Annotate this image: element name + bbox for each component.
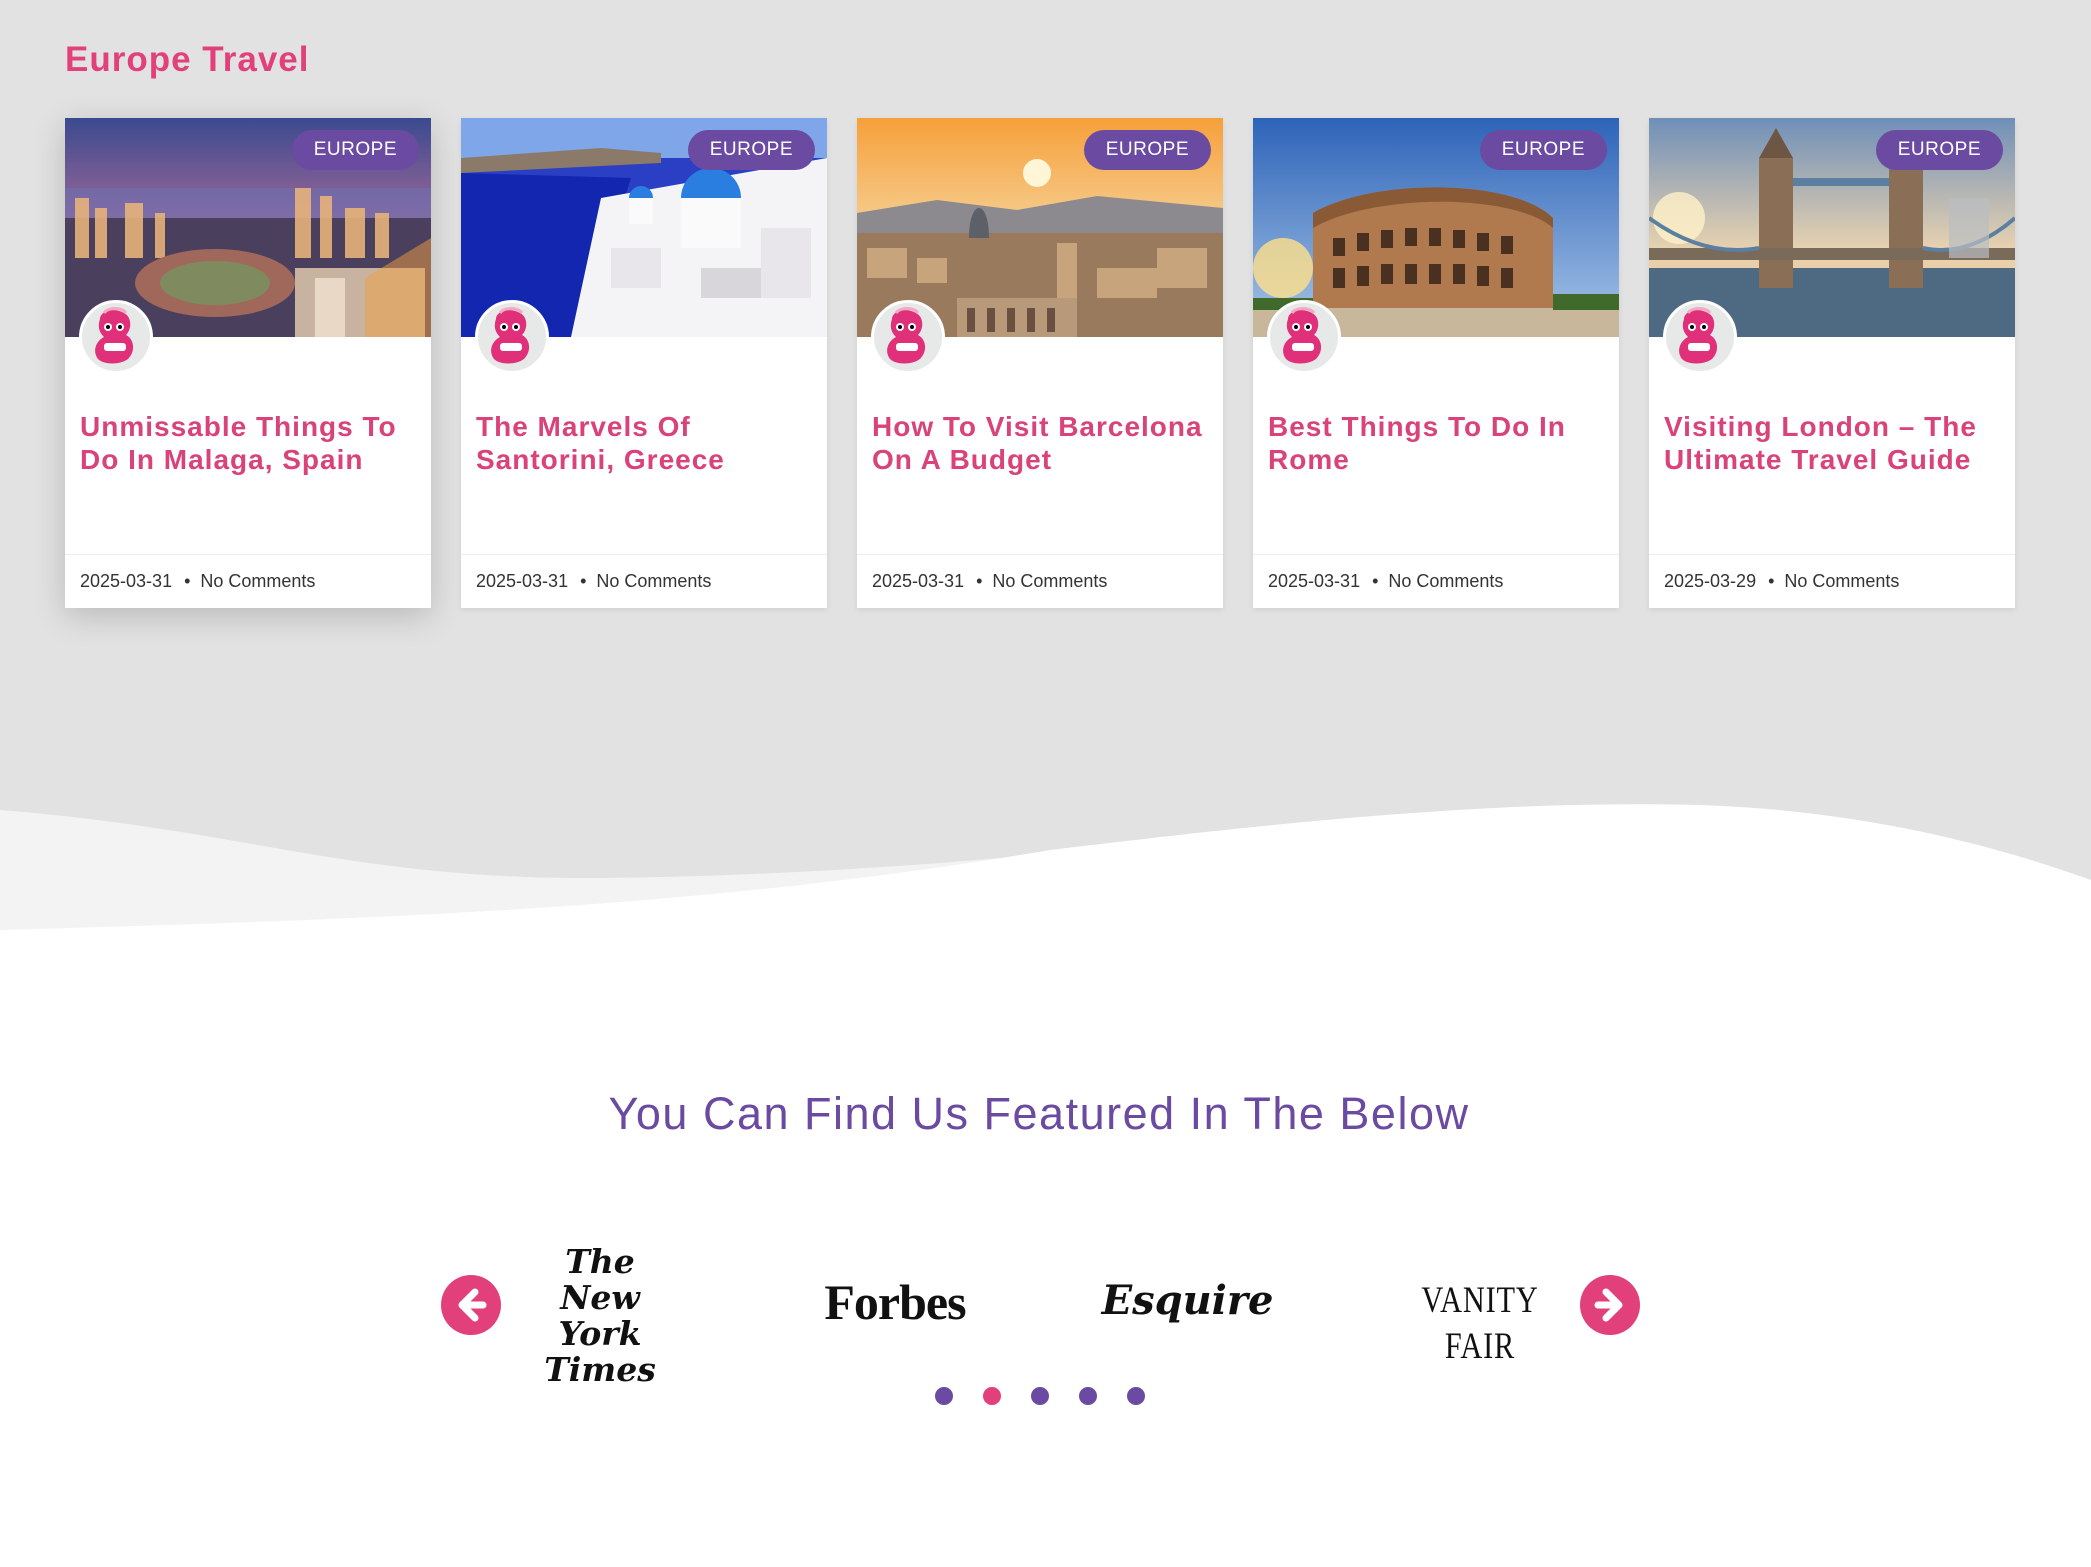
nyt-logo-line: New York xyxy=(558,1278,642,1353)
category-badge[interactable]: EUROPE xyxy=(1083,130,1211,170)
post-meta: 2025-03-31 • No Comments xyxy=(65,554,431,608)
category-badge[interactable]: EUROPE xyxy=(1479,130,1607,170)
post-meta: 2025-03-29 • No Comments xyxy=(1649,554,2015,608)
category-badge[interactable]: EUROPE xyxy=(291,130,419,170)
esquire-logo: Esquire xyxy=(1101,1277,1274,1324)
post-date: 2025-03-31 xyxy=(476,571,569,591)
post-comments-link[interactable]: No Comments xyxy=(992,571,1107,591)
wave-divider xyxy=(0,804,2091,990)
post-date: 2025-03-31 xyxy=(872,571,965,591)
meta-separator: • xyxy=(1768,571,1775,591)
post-comments-link[interactable]: No Comments xyxy=(596,571,711,591)
arrow-left-icon xyxy=(458,1288,487,1322)
post-card-malaga[interactable]: EUROPE Unmissable Things To Do In Malaga… xyxy=(65,118,431,608)
post-card-barcelona[interactable]: EUROPE How To Visit Barcelona On A Budge… xyxy=(857,118,1223,608)
category-badge[interactable]: EUROPE xyxy=(687,130,815,170)
post-title[interactable]: The Marvels Of Santorini, Greece xyxy=(476,410,812,476)
author-avatar[interactable] xyxy=(871,300,945,374)
section-title: Europe Travel xyxy=(65,40,310,79)
post-comments-link[interactable]: No Comments xyxy=(1784,571,1899,591)
post-meta: 2025-03-31 • No Comments xyxy=(1253,554,1619,608)
post-card-rome[interactable]: EUROPE Best Things To Do In Rome 2025-03… xyxy=(1253,118,1619,608)
carousel-dot-2-active[interactable] xyxy=(983,1387,1001,1405)
post-meta: 2025-03-31 • No Comments xyxy=(461,554,827,608)
nyt-logo-line: The xyxy=(565,1242,635,1281)
author-avatar[interactable] xyxy=(475,300,549,374)
carousel-dot-3[interactable] xyxy=(1031,1387,1049,1405)
post-date: 2025-03-29 xyxy=(1664,571,1757,591)
author-avatar[interactable] xyxy=(1663,300,1737,374)
post-comments-link[interactable]: No Comments xyxy=(1388,571,1503,591)
meta-separator: • xyxy=(976,571,983,591)
post-title[interactable]: Visiting London – The Ultimate Travel Gu… xyxy=(1664,410,2000,476)
carousel-next-button[interactable] xyxy=(1580,1275,1640,1335)
carousel-dot-5[interactable] xyxy=(1127,1387,1145,1405)
author-avatar[interactable] xyxy=(79,300,153,374)
meta-separator: • xyxy=(580,571,587,591)
post-title[interactable]: Unmissable Things To Do In Malaga, Spain xyxy=(80,410,416,476)
post-card-santorini[interactable]: EUROPE The Marvels Of Santorini, Greece … xyxy=(461,118,827,608)
category-badge[interactable]: EUROPE xyxy=(1875,130,2003,170)
forbes-logo: Forbes xyxy=(824,1274,966,1330)
post-meta: 2025-03-31 • No Comments xyxy=(857,554,1223,608)
vanity-fair-logo: VANITY FAIR xyxy=(1421,1280,1539,1367)
post-comments-link[interactable]: No Comments xyxy=(200,571,315,591)
post-title[interactable]: How To Visit Barcelona On A Budget xyxy=(872,410,1208,476)
post-date: 2025-03-31 xyxy=(1268,571,1361,591)
post-title[interactable]: Best Things To Do In Rome xyxy=(1268,410,1604,476)
post-date: 2025-03-31 xyxy=(80,571,173,591)
meta-separator: • xyxy=(184,571,191,591)
carousel-dot-1[interactable] xyxy=(935,1387,953,1405)
carousel-prev-button[interactable] xyxy=(441,1275,501,1335)
carousel-dot-4[interactable] xyxy=(1079,1387,1097,1405)
arrow-right-icon xyxy=(1594,1288,1623,1322)
nyt-logo: The New York Times xyxy=(520,1244,680,1388)
featured-title: You Can Find Us Featured In The Below xyxy=(608,1088,1470,1139)
post-card-london[interactable]: EUROPE Visiting London – The Ultimate Tr… xyxy=(1649,118,2015,608)
nyt-logo-line: Times xyxy=(544,1350,656,1389)
author-avatar[interactable] xyxy=(1267,300,1341,374)
meta-separator: • xyxy=(1372,571,1379,591)
